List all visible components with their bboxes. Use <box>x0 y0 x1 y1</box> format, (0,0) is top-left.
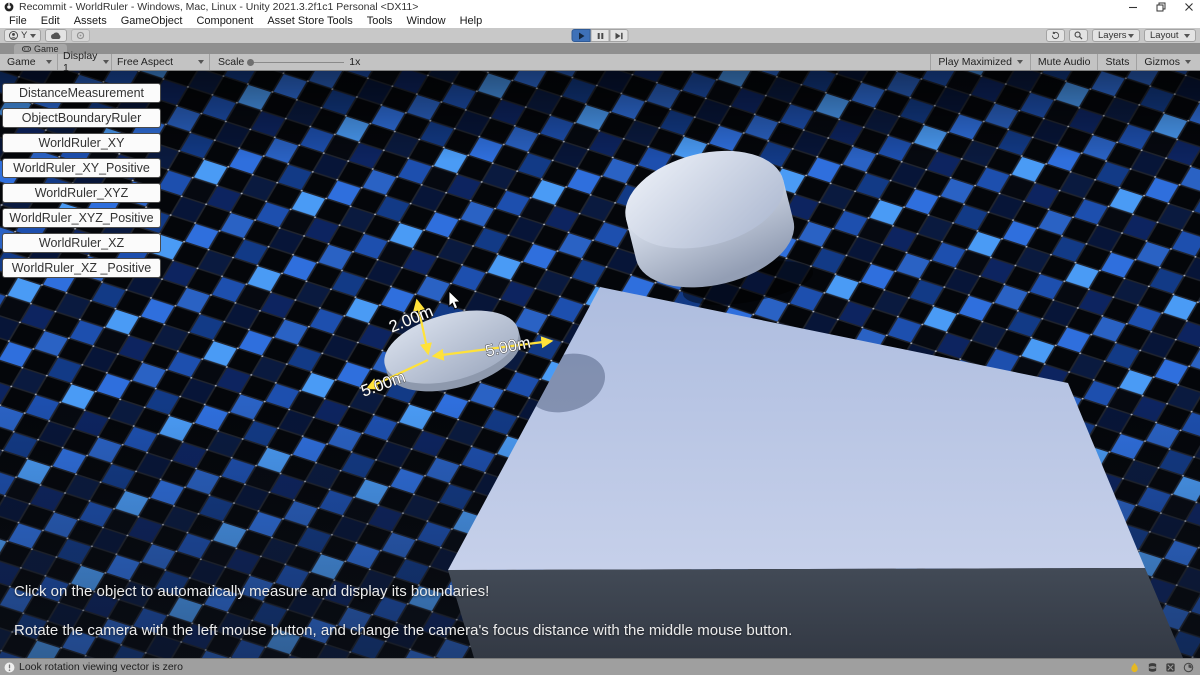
display-dropdown[interactable]: Display 1 <box>58 54 112 70</box>
gizmos-dropdown[interactable]: Gizmos <box>1136 54 1198 70</box>
cache-server-icon[interactable] <box>1147 662 1158 673</box>
menu-window[interactable]: Window <box>399 15 452 27</box>
menu-assets[interactable]: Assets <box>67 15 114 27</box>
menu-asset-store-tools[interactable]: Asset Store Tools <box>260 15 359 27</box>
button-distance-measurement[interactable]: DistanceMeasurement <box>2 83 161 103</box>
aspect-dropdown[interactable]: Free Aspect <box>112 54 210 70</box>
scale-slider[interactable] <box>249 62 344 63</box>
window-titlebar: Recommit - WorldRuler - Windows, Mac, Li… <box>0 0 1200 14</box>
game-viewport[interactable]: 2.00m 5.00m 5.00m DistanceMeasurement Ob… <box>0 71 1200 658</box>
account-icon <box>9 31 18 40</box>
step-icon <box>615 32 624 40</box>
button-worldruler-xyz-positive[interactable]: WorldRuler_XYZ_Positive <box>2 208 161 228</box>
menu-edit[interactable]: Edit <box>34 15 67 27</box>
chevron-down-icon <box>103 60 109 64</box>
layers-dropdown[interactable]: Layers <box>1092 29 1140 42</box>
minimize-button[interactable] <box>1128 2 1138 12</box>
cube-front-face <box>448 568 1183 658</box>
mute-audio-label: Mute Audio <box>1038 56 1091 68</box>
close-button[interactable] <box>1184 2 1194 12</box>
menu-bar: File Edit Assets GameObject Component As… <box>0 14 1200 28</box>
instruction-line-2: Rotate the camera with the left mouse bu… <box>14 622 792 639</box>
game-mode-dropdown[interactable]: Game <box>2 54 58 70</box>
button-worldruler-xz[interactable]: WorldRuler_XZ <box>2 233 161 253</box>
tab-game[interactable]: Game <box>14 44 67 54</box>
tab-game-label: Game <box>34 44 59 54</box>
chevron-down-icon <box>1185 60 1191 64</box>
chevron-down-icon <box>30 34 36 38</box>
layout-dropdown[interactable]: Layout <box>1144 29 1196 42</box>
chevron-down-icon <box>1128 34 1134 38</box>
transport-controls <box>572 29 629 42</box>
play-button[interactable] <box>572 29 591 42</box>
pause-icon <box>596 32 604 40</box>
mute-audio-toggle[interactable]: Mute Audio <box>1030 54 1098 70</box>
status-message[interactable]: Look rotation viewing vector is zero <box>19 661 183 673</box>
account-label: Y <box>21 30 27 41</box>
chevron-down-icon <box>198 60 204 64</box>
demo-button-panel: DistanceMeasurement ObjectBoundaryRuler … <box>2 83 161 278</box>
main-toolbar: Y <box>0 28 1200 44</box>
undo-history-button[interactable] <box>1046 29 1065 42</box>
view-tabstrip: Game <box>0 44 1200 54</box>
chevron-down-icon <box>1184 34 1190 38</box>
gizmos-label: Gizmos <box>1144 56 1180 68</box>
play-maximized-label: Play Maximized <box>938 56 1012 68</box>
layers-label: Layers <box>1098 30 1127 41</box>
import-activity-icon[interactable] <box>1165 662 1176 673</box>
button-worldruler-xyz[interactable]: WorldRuler_XYZ <box>2 183 161 203</box>
button-worldruler-xy[interactable]: WorldRuler_XY <box>2 133 161 153</box>
aspect-label: Free Aspect <box>117 56 173 68</box>
3d-scene: 2.00m 5.00m 5.00m <box>0 71 1200 658</box>
game-view-icon <box>22 46 31 52</box>
gear-icon <box>76 31 85 40</box>
restore-button[interactable] <box>1156 2 1166 12</box>
chevron-down-icon <box>1017 60 1023 64</box>
stats-toggle[interactable]: Stats <box>1097 54 1136 70</box>
status-bar: Look rotation viewing vector is zero <box>0 658 1200 675</box>
play-icon <box>577 32 585 40</box>
pause-button[interactable] <box>591 29 610 42</box>
horizon-fog <box>0 71 1200 161</box>
scale-slider-handle[interactable] <box>247 59 254 66</box>
cloud-button[interactable] <box>45 29 67 42</box>
button-object-boundary-ruler[interactable]: ObjectBoundaryRuler <box>2 108 161 128</box>
unity-logo-icon <box>4 2 14 12</box>
search-button[interactable] <box>1069 29 1088 42</box>
scale-control: Scale 1x <box>210 56 368 68</box>
search-icon <box>1074 31 1083 40</box>
scale-value: 1x <box>349 56 360 68</box>
game-mode-label: Game <box>7 56 36 68</box>
menu-gameobject[interactable]: GameObject <box>114 15 190 27</box>
warning-icon <box>4 662 15 673</box>
account-dropdown[interactable]: Y <box>4 29 41 42</box>
progress-icon[interactable] <box>1183 662 1194 673</box>
menu-help[interactable]: Help <box>453 15 490 27</box>
instruction-line-1: Click on the object to automatically mea… <box>14 583 489 600</box>
step-button[interactable] <box>610 29 629 42</box>
services-button[interactable] <box>71 29 90 42</box>
game-view-toolbar: Game Display 1 Free Aspect Scale 1x Play… <box>0 54 1200 71</box>
cloud-icon <box>50 32 62 40</box>
menu-file[interactable]: File <box>2 15 34 27</box>
chevron-down-icon <box>46 60 52 64</box>
bake-lighting-icon[interactable] <box>1129 662 1140 673</box>
layout-label: Layout <box>1150 30 1179 41</box>
play-maximized-dropdown[interactable]: Play Maximized <box>930 54 1030 70</box>
button-worldruler-xy-positive[interactable]: WorldRuler_XY_Positive <box>2 158 161 178</box>
stats-label: Stats <box>1105 56 1129 68</box>
scale-label: Scale <box>218 56 244 68</box>
button-worldruler-xz-positive[interactable]: WorldRuler_XZ _Positive <box>2 258 161 278</box>
history-icon <box>1051 31 1060 40</box>
menu-component[interactable]: Component <box>189 15 260 27</box>
menu-tools[interactable]: Tools <box>360 15 400 27</box>
window-title: Recommit - WorldRuler - Windows, Mac, Li… <box>19 1 418 13</box>
